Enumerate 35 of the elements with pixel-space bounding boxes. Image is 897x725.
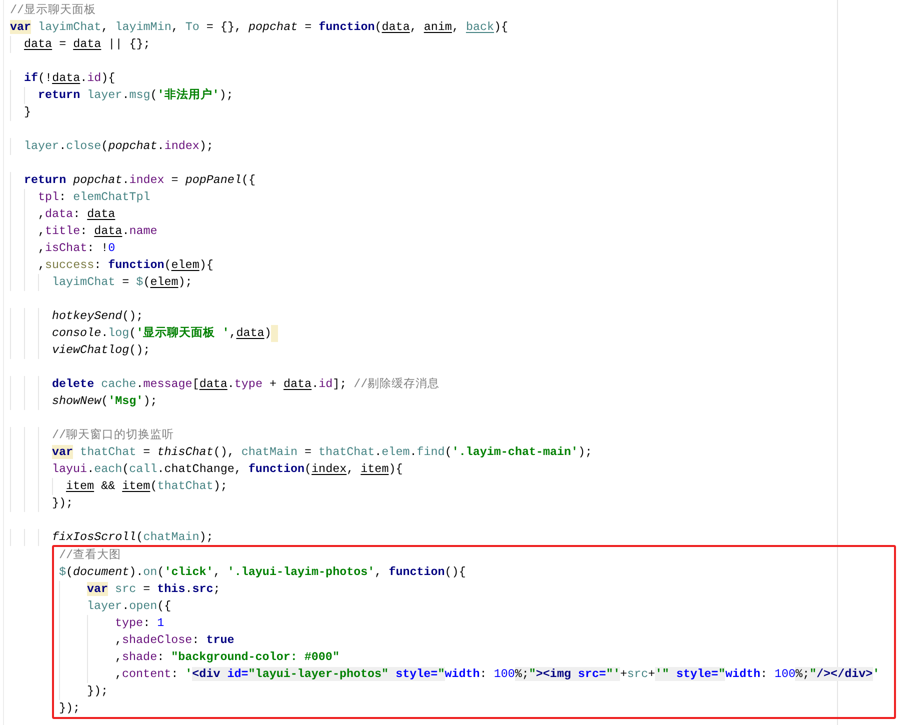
code-line: viewChatlog();: [52, 342, 150, 359]
code-line: ,data: data: [38, 206, 116, 223]
code-line: hotkeySend();: [52, 308, 144, 325]
code-line: ,isChat: !0: [38, 240, 116, 257]
code-line: ,shadeClose: true: [115, 632, 234, 649]
code-line: fixIosScroll(chatMain);: [52, 529, 214, 546]
code-line: //显示聊天面板: [10, 2, 96, 19]
code-line: ,content: '<div id="layui-layer-photos" style="width: 100%;"><img src="'+src+'" style="width: 100%;"/></div>': [115, 666, 880, 683]
code-line: showNew('Msg');: [52, 393, 158, 410]
code-line: //聊天窗口的切换监听: [52, 427, 174, 444]
code-line: console.log('显示聊天面板 ',data): [52, 325, 278, 342]
code-line: }: [24, 104, 32, 121]
code-line: $(document).on('click', '.layui-layim-photos', function(){: [59, 564, 466, 581]
code-line: return layer.msg('非法用户');: [38, 87, 234, 104]
code-line: ,shade: "background-color: #000": [115, 649, 340, 666]
code-line: //查看大图: [59, 547, 122, 564]
code-line: layer.close(popchat.index);: [24, 138, 214, 155]
code-line: tpl: elemChatTpl: [38, 189, 150, 206]
code-line: type: 1: [115, 615, 164, 632]
code-line: var src = this.src;: [87, 581, 220, 598]
code-line: ,title: data.name: [38, 223, 158, 240]
code-line: layui.each(call.chatChange, function(index, item){: [52, 461, 403, 478]
code-line: delete cache.message[data.type + data.id]; //剔除缓存消息: [52, 376, 440, 393]
code-line: });: [52, 495, 74, 512]
code-line: var layimChat, layimMin, To = {}, popchat = function(data, anim, back){: [10, 19, 508, 36]
code-line: layer.open({: [87, 598, 172, 615]
code-line: if(!data.id){: [24, 70, 116, 87]
code-line: item && item(thatChat);: [66, 478, 228, 495]
code-line: return popchat.index = popPanel({: [24, 172, 256, 189]
code-line: data = data || {};: [24, 36, 150, 53]
code-line: ,success: function(elem){: [38, 257, 214, 274]
code-line: var thatChat = thisChat(), chatMain = thatChat.elem.find('.layim-chat-main');: [52, 444, 592, 461]
code-line: });: [59, 700, 80, 717]
code-line: });: [87, 683, 108, 700]
code-line: layimChat = $(elem);: [52, 274, 192, 291]
